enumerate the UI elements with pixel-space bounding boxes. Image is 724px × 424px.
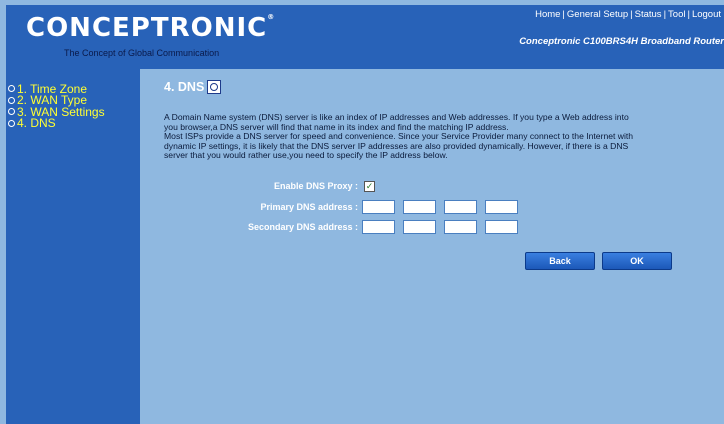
page-title-text: 4. DNS — [164, 80, 205, 94]
nav-general-setup[interactable]: General Setup — [567, 9, 628, 20]
primary-dns-octet-4[interactable] — [485, 200, 518, 214]
top-navigation: Home | General Setup | Status | Tool | Logout — [535, 9, 721, 20]
primary-dns-label: Primary DNS address : — [260, 202, 358, 212]
nav-logout[interactable]: Logout — [692, 9, 721, 20]
header-banner: CONCEPTRONIC® The Concept of Global Comm… — [6, 5, 724, 69]
sidebar: 1. Time Zone 2. WAN Type 3. WAN Settings… — [6, 69, 140, 424]
wizard-steps-menu: 1. Time Zone 2. WAN Type 3. WAN Settings… — [8, 82, 105, 131]
back-button[interactable]: Back — [525, 252, 595, 270]
secondary-dns-octet-3[interactable] — [444, 220, 477, 234]
dns-description: A Domain Name system (DNS) server is lik… — [164, 112, 716, 161]
primary-dns-octet-3[interactable] — [444, 200, 477, 214]
help-icon[interactable] — [207, 80, 222, 94]
secondary-dns-octet-2[interactable] — [403, 220, 436, 234]
nav-home[interactable]: Home — [535, 9, 560, 20]
secondary-dns-label: Secondary DNS address : — [247, 222, 358, 232]
enable-dns-proxy-checkbox[interactable]: ✓ — [364, 181, 375, 192]
product-name: Conceptronic C100BRS4H Broadband Router — [519, 36, 724, 47]
secondary-dns-octet-4[interactable] — [485, 220, 518, 234]
page-title: 4. DNS — [164, 80, 222, 94]
bullet-icon — [8, 96, 15, 104]
sidebar-item-label: 4. DNS — [17, 116, 56, 131]
bullet-icon — [8, 108, 15, 116]
description-line: server that you would rather use,you nee… — [164, 150, 448, 161]
brand-tagline: The Concept of Global Communication — [64, 48, 220, 58]
primary-dns-octet-1[interactable] — [362, 200, 395, 214]
bullet-icon — [8, 85, 15, 93]
sidebar-item-dns[interactable]: 4. DNS — [8, 116, 105, 131]
enable-dns-proxy-label: Enable DNS Proxy : — [273, 181, 358, 191]
nav-status[interactable]: Status — [635, 9, 662, 20]
ok-button[interactable]: OK — [602, 252, 672, 270]
primary-dns-octet-2[interactable] — [403, 200, 436, 214]
bullet-icon — [8, 119, 15, 127]
nav-tool[interactable]: Tool — [668, 9, 685, 20]
main-content: 4. DNS A Domain Name system (DNS) server… — [140, 69, 724, 424]
brand-logo: CONCEPTRONIC® — [26, 13, 275, 43]
secondary-dns-octet-1[interactable] — [362, 220, 395, 234]
